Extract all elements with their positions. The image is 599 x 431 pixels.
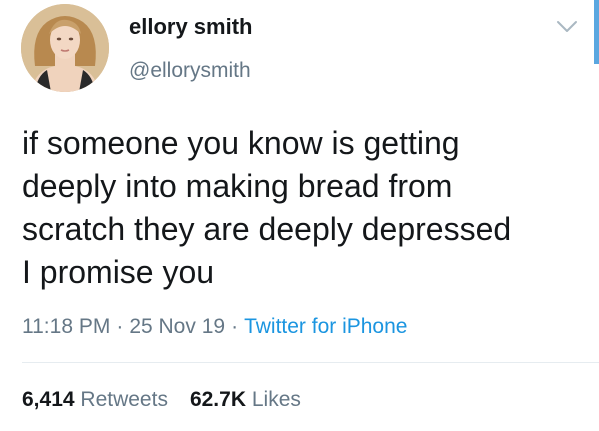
retweets-count: 6,414 [22, 388, 75, 411]
retweets-label: Retweets [80, 388, 168, 411]
meta-separator: · [116, 315, 124, 338]
display-name[interactable]: ellory smith [129, 14, 252, 40]
likes-label: Likes [251, 388, 301, 411]
tweet-text-line: scratch they are deeply depressed [22, 211, 512, 247]
username[interactable]: @ellorysmith [129, 59, 251, 83]
avatar-image [21, 4, 109, 92]
tweet-source-link[interactable]: Twitter for iPhone [244, 315, 407, 338]
tweet-text-line: if someone you know is getting [22, 125, 460, 161]
tweet-card: ellory smith @ellorysmith if someone you… [0, 0, 599, 431]
retweets-stat[interactable]: 6,414 Retweets [22, 388, 168, 411]
tweet-stats: 6,414 Retweets 62.7K Likes [22, 388, 301, 412]
tweet-metadata: 11:18 PM · 25 Nov 19 · Twitter for iPhone [22, 315, 407, 339]
likes-stat[interactable]: 62.7K Likes [190, 388, 301, 411]
tweet-time[interactable]: 11:18 PM [22, 315, 110, 338]
tweet-date[interactable]: 25 Nov 19 [129, 315, 225, 338]
tweet-text-line: I promise you [22, 254, 215, 290]
meta-separator: · [231, 315, 239, 338]
likes-count: 62.7K [189, 388, 246, 411]
avatar[interactable] [21, 4, 109, 92]
divider [22, 362, 599, 363]
tweet-text-line: deeply into making bread from [22, 168, 453, 204]
chevron-down-icon[interactable] [556, 20, 578, 34]
scroll-edge [594, 0, 599, 64]
tweet-text: if someone you know is getting deeply in… [22, 122, 587, 294]
